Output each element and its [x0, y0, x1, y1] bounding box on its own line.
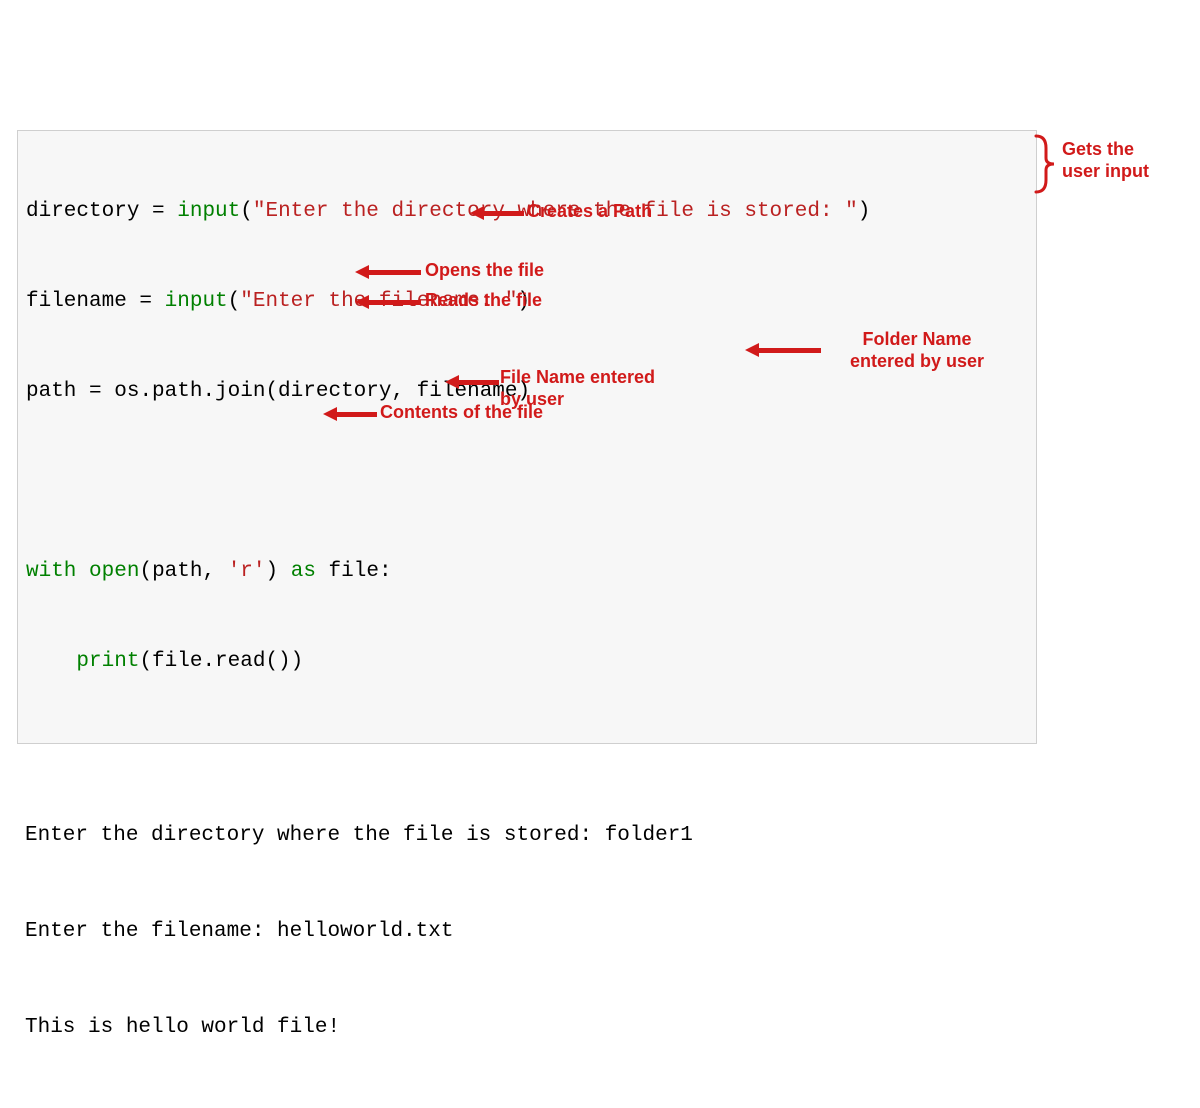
arrow-creates-path — [470, 206, 524, 220]
arrow-contents — [323, 407, 377, 421]
arrow-reads-file — [355, 295, 421, 309]
paren-open-1: ( — [240, 200, 253, 223]
arrow-folder-name — [745, 343, 821, 357]
arrow-head-icon — [323, 407, 337, 421]
arrow-head-icon — [445, 375, 459, 389]
read-call: (file.read()) — [139, 650, 303, 673]
indent-5 — [26, 650, 76, 673]
fn-input-1: input — [177, 200, 240, 223]
paren-close-1: ) — [858, 200, 871, 223]
kw-as: as — [291, 560, 316, 583]
annotation-opens-file: Opens the file — [425, 259, 544, 281]
var-file: file: — [329, 560, 392, 583]
arrow-shaft — [369, 270, 421, 275]
fn-print: print — [76, 650, 139, 673]
annotation-gets-input: Gets the user input — [1062, 138, 1149, 182]
arrow-shaft — [459, 380, 499, 385]
equals-3: = — [89, 380, 114, 403]
arrow-head-icon — [745, 343, 759, 357]
arrow-head-icon — [470, 206, 484, 220]
annotation-contents: Contents of the file — [380, 401, 543, 423]
output-block: Enter the directory where the file is st… — [17, 756, 1183, 1108]
equals-1: = — [152, 200, 177, 223]
annotation-reads-file: Reads the file — [425, 289, 542, 311]
annotation-folder-name: Folder Name entered by user — [850, 328, 984, 372]
var-filename: filename — [26, 290, 139, 313]
arrow-shaft — [759, 348, 821, 353]
sp-4a — [76, 560, 89, 583]
code-line-4: with open(path, 'r') as file: — [26, 557, 1028, 587]
arg-path: path, — [152, 560, 228, 583]
code-line-blank — [26, 467, 1028, 497]
output-line-2: Enter the filename: helloworld.txt — [25, 916, 1183, 948]
sp-4b — [316, 560, 329, 583]
var-path: path — [26, 380, 89, 403]
arrow-head-icon — [355, 265, 369, 279]
arrow-head-icon — [355, 295, 369, 309]
arrow-opens-file — [355, 265, 421, 279]
paren-open-2: ( — [228, 290, 241, 313]
arrow-shaft — [369, 300, 421, 305]
fn-input-2: input — [165, 290, 228, 313]
output-line-3: This is hello world file! — [25, 1012, 1183, 1044]
brace-input — [1034, 134, 1058, 194]
kw-with: with — [26, 560, 76, 583]
equals-2: = — [139, 290, 164, 313]
code-line-5: print(file.read()) — [26, 647, 1028, 677]
fn-open: open — [89, 560, 139, 583]
arrow-shaft — [484, 211, 524, 216]
paren-close-4: ) — [266, 560, 291, 583]
arrow-shaft — [337, 412, 377, 417]
var-directory: directory — [26, 200, 152, 223]
figure-container: directory = input("Enter the directory w… — [17, 130, 1183, 1108]
annotation-creates-path: Creates a Path — [527, 200, 652, 222]
string-r: 'r' — [228, 560, 266, 583]
paren-open-4: ( — [139, 560, 152, 583]
arrow-file-name — [445, 375, 499, 389]
code-block: directory = input("Enter the directory w… — [17, 130, 1037, 744]
output-line-1: Enter the directory where the file is st… — [25, 820, 1183, 852]
